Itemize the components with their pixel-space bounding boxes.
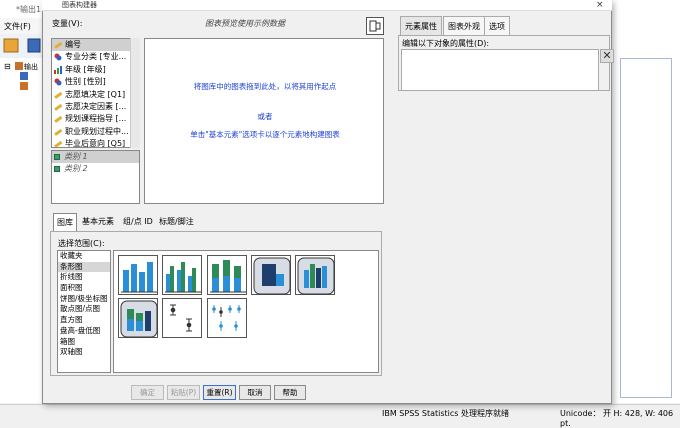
ok-button[interactable]: 确定: [131, 385, 164, 400]
scale-ruler-icon: [54, 141, 62, 147]
variable-label: 志愿决定因素 [...: [65, 101, 127, 111]
chart-type-item[interactable]: 饼图/极坐标图: [58, 294, 110, 305]
error-bar-icon[interactable]: [162, 298, 202, 338]
open-folder-icon[interactable]: [3, 38, 19, 53]
chart-canvas[interactable]: 将图库中的图表拖到此处，以将其用作起点 或者 单击"基本元素"选项卡以逐个元素地…: [144, 38, 384, 204]
tab-gallery[interactable]: 图库: [53, 213, 77, 231]
variable-item[interactable]: 年级 [年级]: [52, 64, 139, 76]
canvas-instruction-1: 将图库中的图表拖到此处，以将其用作起点: [193, 82, 337, 91]
variable-item[interactable]: 毕业后意向 [Q5]: [52, 138, 139, 148]
variable-label: 专业分类 [专业...: [65, 52, 127, 62]
preview-hint: 图表预览使用示例数据: [205, 19, 285, 28]
variable-label: 编号: [65, 40, 81, 49]
tab-group-point-id[interactable]: 组/点 ID: [120, 213, 156, 231]
chart-type-item[interactable]: 散点图/点图: [58, 304, 110, 315]
nominal-icon: [54, 53, 62, 61]
chart-type-item[interactable]: 直方图: [58, 315, 110, 326]
log-node-icon[interactable]: [20, 72, 28, 80]
simple-bar-icon[interactable]: [118, 255, 158, 295]
chart-type-item[interactable]: 盘高-盘低图: [58, 326, 110, 337]
tree-expander-icon[interactable]: ⊟: [4, 62, 11, 71]
clustered-bar-icon[interactable]: [162, 255, 202, 295]
scale-ruler-icon: [54, 91, 62, 99]
ordinal-bar-icon: [54, 65, 62, 74]
chart-type-item[interactable]: 双轴图: [58, 347, 110, 358]
scale-ruler-icon: [54, 116, 62, 124]
variable-list-scrollbar[interactable]: [130, 38, 140, 148]
chart-type-item[interactable]: 收藏夹: [58, 251, 110, 262]
help-button[interactable]: 帮助: [274, 385, 306, 400]
save-icon[interactable]: [27, 38, 41, 53]
chart-type-list[interactable]: 收藏夹 条形图 折线图 面积图 饼图/极坐标图 散点图/点图 直方图 盘高-盘低…: [57, 250, 111, 373]
dialog-title: 图表构建器: [62, 1, 97, 9]
stacked-bar-icon[interactable]: [207, 255, 247, 295]
variable-list[interactable]: 编号 专业分类 [专业... 年级 [年级] 性别 [性别] 志愿填决定 [Q1…: [51, 38, 140, 148]
category-list[interactable]: 类别 1 类别 2: [51, 150, 140, 204]
variable-item[interactable]: 专业分类 [专业...: [52, 51, 139, 63]
tab-chart-appearance[interactable]: 图表外观: [443, 16, 485, 35]
output-window-title: *输出1: [16, 5, 42, 14]
tab-titles-footnotes[interactable]: 标题/脚注: [156, 213, 197, 231]
variable-label: 年级 [年级]: [65, 64, 106, 74]
variable-item[interactable]: 规划课程指导 [...: [52, 113, 139, 125]
table-node-icon[interactable]: [20, 82, 28, 90]
dialog-titlebar[interactable]: [42, 0, 612, 11]
close-icon[interactable]: ×: [596, 0, 604, 10]
output-navigator-tree: ⊟ 输出: [0, 58, 46, 403]
variable-label: 性别 [性别]: [65, 77, 106, 87]
variable-item[interactable]: 志愿决定因素 [...: [52, 101, 139, 113]
tree-icons: ⊟ 输出: [4, 62, 38, 90]
output-node-label: 输出: [24, 62, 38, 71]
tab-basic-elements[interactable]: 基本元素: [79, 213, 117, 231]
output-toolbar: [0, 34, 46, 58]
variable-label: 规划课程指导 [...: [65, 114, 127, 124]
canvas-or: 或者: [257, 112, 273, 121]
variable-item[interactable]: 编号: [52, 39, 139, 52]
category-label: 类别 2: [64, 164, 88, 173]
nominal-icon: [54, 78, 62, 86]
tab-options[interactable]: 选项: [484, 16, 510, 35]
variables-label: 变量(V):: [52, 19, 83, 28]
properties-object-list[interactable]: [401, 49, 599, 91]
paste-button[interactable]: 粘贴(P): [167, 385, 200, 400]
status-text: IBM SPSS Statistics 处理程序就绪: [382, 409, 510, 418]
menu-file[interactable]: 文件(F): [4, 21, 31, 32]
category-icon: [54, 166, 60, 172]
3d-clustered-bar-icon[interactable]: [295, 255, 335, 295]
cancel-button[interactable]: 取消: [239, 385, 271, 400]
canvas-instruction-2: 单击"基本元素"选项卡以逐个元素地构建图表: [190, 130, 340, 139]
chart-type-item[interactable]: 箱图: [58, 337, 110, 348]
category-item[interactable]: 类别 2: [52, 163, 139, 175]
scale-ruler-icon: [54, 128, 62, 136]
output-node-icon[interactable]: [15, 62, 23, 70]
variable-label: 职业规划过程中...: [65, 126, 129, 136]
category-item[interactable]: 类别 1: [52, 151, 139, 163]
reset-button[interactable]: 重置(R): [203, 385, 236, 400]
tab-element-properties[interactable]: 元素属性: [400, 16, 442, 35]
variable-item[interactable]: 性别 [性别]: [52, 76, 139, 88]
3d-bar-icon[interactable]: [251, 255, 291, 295]
chart-type-item[interactable]: 条形图: [58, 261, 110, 273]
toolbar-icons: [3, 38, 41, 53]
category-icon: [54, 154, 60, 160]
status-right: Unicode： 开 H: 428, W: 406 pt.: [560, 409, 674, 428]
3d-stacked-bar-icon[interactable]: [118, 298, 158, 338]
choose-from-label: 选择范围(C):: [58, 239, 105, 248]
variable-label: 志愿填决定 [Q1]: [65, 89, 126, 99]
delete-icon[interactable]: ✕: [600, 49, 614, 63]
output-content-frame: [620, 58, 672, 398]
clustered-error-bar-icon[interactable]: [207, 298, 247, 338]
category-label: 类别 1: [64, 152, 88, 161]
scale-ruler-icon: [54, 41, 62, 49]
edit-properties-label: 编辑以下对象的属性(D):: [402, 39, 490, 48]
chart-type-item[interactable]: 面积图: [58, 283, 110, 294]
scale-ruler-icon: [54, 103, 62, 111]
variable-item[interactable]: 职业规划过程中...: [52, 126, 139, 138]
variable-label: 毕业后意向 [Q5]: [65, 139, 126, 148]
variable-item[interactable]: 志愿填决定 [Q1]: [52, 89, 139, 101]
chart-type-item[interactable]: 折线图: [58, 272, 110, 283]
preview-toggle-icon[interactable]: [366, 17, 384, 35]
